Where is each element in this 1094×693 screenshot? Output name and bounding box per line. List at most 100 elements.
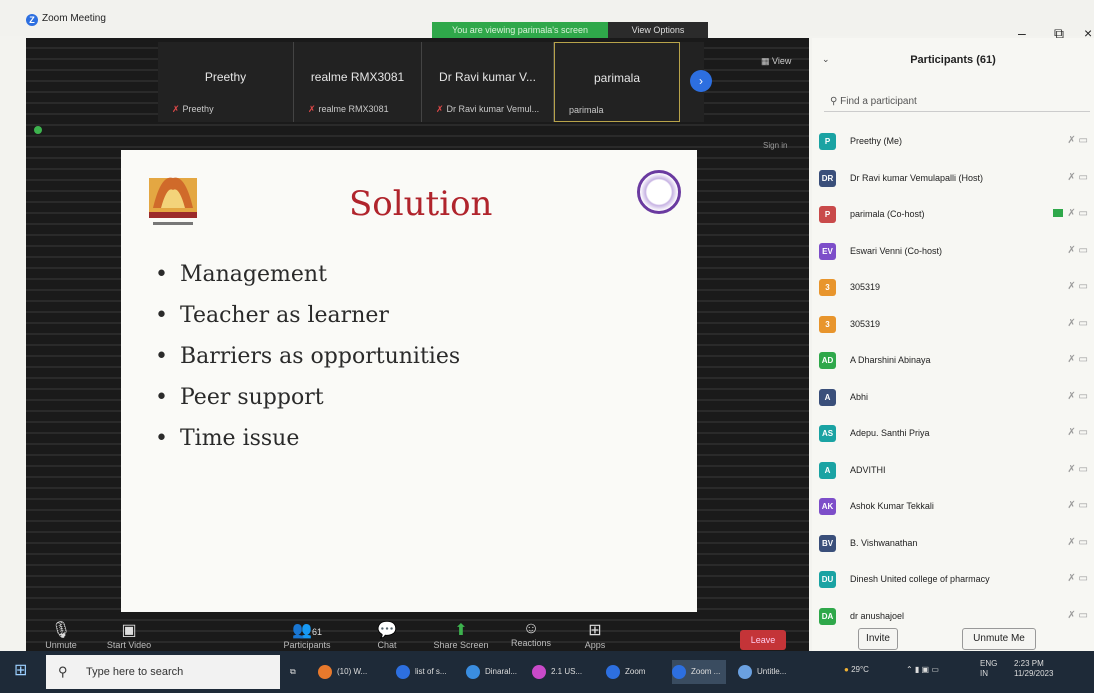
chat-button[interactable]: 💬 Chat xyxy=(352,620,422,650)
participant-row[interactable]: A Abhi ✗ ▭ xyxy=(812,380,1094,416)
taskbar-app[interactable]: Zoom xyxy=(606,660,645,684)
muted-mic-icon: ✗ xyxy=(1067,281,1076,292)
participant-row[interactable]: A ADVITHI ✗ ▭ xyxy=(812,453,1094,489)
tile-name: realme RMX3081 xyxy=(310,70,405,84)
sign-in-link[interactable]: Sign in xyxy=(763,141,787,150)
slide-bullet: Teacher as learner xyxy=(155,295,460,336)
security-shield-icon[interactable] xyxy=(34,126,42,134)
participant-row[interactable]: 3 305319 ✗ ▭ xyxy=(812,270,1094,306)
tile-label: ✗ Preethy xyxy=(172,104,214,114)
taskbar-search-input[interactable]: ⚲ Type here to search xyxy=(46,655,280,689)
taskbar-app[interactable]: Dinaral... xyxy=(466,660,517,684)
participant-status-icons: ✗ ▭ xyxy=(1067,135,1088,146)
participant-avatar: AK xyxy=(819,498,836,515)
muted-mic-icon: ✗ xyxy=(1067,354,1076,365)
muted-mic-icon: ✗ xyxy=(436,104,444,114)
video-off-icon: ▭ xyxy=(1078,536,1088,548)
input-language[interactable]: ENG IN xyxy=(980,659,1004,679)
view-options-button[interactable]: View Options xyxy=(608,22,708,38)
muted-mic-icon: ✗ xyxy=(1067,500,1076,511)
task-view-icon[interactable]: ⧉ xyxy=(290,660,296,684)
share-screen-icon: ⬆ xyxy=(454,622,468,639)
participant-avatar: 3 xyxy=(819,279,836,296)
app-icon xyxy=(318,664,332,679)
start-video-button[interactable]: ▣ Start Video xyxy=(94,620,164,650)
system-tray-icons[interactable]: ⌃ ▮ ▣ ▭ xyxy=(906,665,939,674)
slide-bullet: Management xyxy=(155,254,460,295)
muted-mic-icon: ✗ xyxy=(1067,536,1076,548)
participant-name: dr anushajoel xyxy=(850,610,905,621)
taskbar-app[interactable]: 2.1 US... xyxy=(532,660,582,684)
participant-status-icons: ✗ ▭ xyxy=(1067,172,1088,183)
participant-name: Eswari Venni (Co-host) xyxy=(850,245,943,256)
reactions-button[interactable]: ☺ Reactions xyxy=(496,620,566,648)
muted-mic-icon: 🎙 xyxy=(50,622,72,639)
view-button[interactable]: ▦ View xyxy=(761,56,791,67)
participant-row[interactable]: EV Eswari Venni (Co-host) ✗ ▭ xyxy=(812,234,1094,270)
participant-avatar: P xyxy=(819,206,836,223)
participant-row[interactable]: BV B. Vishwanathan ✗ ▭ xyxy=(812,526,1094,562)
muted-mic-icon: ✗ xyxy=(1067,609,1076,621)
participant-avatar: DA xyxy=(819,607,836,625)
video-off-icon: ▭ xyxy=(1078,171,1088,183)
participant-row[interactable]: AS Adepu. Santhi Priya ✗ ▭ xyxy=(812,416,1094,452)
muted-mic-icon: ✗ xyxy=(1067,171,1076,183)
taskbar-app[interactable]: (10) W... xyxy=(318,660,367,684)
next-page-arrow-icon[interactable]: › xyxy=(690,70,712,92)
participant-status-icons: ✗ ▭ xyxy=(1067,354,1088,365)
chat-icon: 💬 xyxy=(377,622,397,639)
muted-mic-icon: ✗ xyxy=(1067,463,1076,475)
participants-panel: ⌄ Participants (61) ⚲ Find a participant… xyxy=(812,38,1094,656)
participants-button[interactable]: 👥61 Participants xyxy=(272,620,342,650)
taskbar-app-label: Dinaral... xyxy=(485,667,518,676)
find-participant-input[interactable]: ⚲ Find a participant xyxy=(824,92,1090,112)
taskbar-app[interactable]: Zoom ... xyxy=(672,660,727,684)
university-seal-logo xyxy=(637,170,681,214)
taskbar-app-label: 2.1 US... xyxy=(551,667,583,676)
clock[interactable]: 2:23 PM 11/29/2023 xyxy=(1014,659,1053,679)
video-off-icon: ▭ xyxy=(1078,500,1088,511)
participant-status-icons: ✗ ▭ xyxy=(1067,500,1088,511)
muted-mic-icon: ✗ xyxy=(1067,208,1076,219)
taskbar-app[interactable]: list of s... xyxy=(396,660,447,684)
video-tile[interactable]: Preethy ✗ Preethy xyxy=(158,42,294,122)
taskbar-app-label: Zoom ... xyxy=(691,667,721,676)
participant-row[interactable]: DA dr anushajoel ✗ ▭ xyxy=(812,599,1094,635)
participant-row[interactable]: DU Dinesh United college of pharmacy ✗ ▭ xyxy=(812,562,1094,598)
participant-row[interactable]: AK Ashok Kumar Tekkali ✗ ▭ xyxy=(812,489,1094,525)
participant-row[interactable]: AD A Dharshini Abinaya ✗ ▭ xyxy=(812,343,1094,379)
video-tile[interactable]: Dr Ravi kumar V... ✗ Dr Ravi kumar Vemul.… xyxy=(422,42,554,122)
participant-row[interactable]: Pparimala (Co-host) ✗ ▭ xyxy=(812,197,1094,233)
participant-name: A Dharshini Abinaya xyxy=(850,355,931,365)
participant-status-icons: ✗ ▭ xyxy=(1067,427,1088,438)
leave-button[interactable]: Leave xyxy=(740,630,786,650)
tile-name: parimala xyxy=(593,71,641,85)
participant-name: 305319 xyxy=(850,318,881,329)
unmute-me-button[interactable]: Unmute Me xyxy=(962,628,1036,650)
share-screen-button[interactable]: ⬆ Share Screen xyxy=(426,620,496,650)
participant-row[interactable]: DR Dr Ravi kumar Vemulapalli (Host) ✗ ▭ xyxy=(812,161,1094,197)
taskbar-app[interactable]: Untitle... xyxy=(738,660,786,684)
video-tile-active[interactable]: parimala parimala xyxy=(554,42,680,122)
participant-avatar: DU xyxy=(819,571,836,588)
slide-bullet-list: Management Teacher as learner Barriers a… xyxy=(155,254,460,459)
tile-label: ✗ Dr Ravi kumar Vemul... xyxy=(436,104,540,114)
invite-button[interactable]: Invite xyxy=(858,628,898,650)
windows-start-icon[interactable]: ⊞ xyxy=(14,662,32,680)
video-tile[interactable]: realme RMX3081 ✗ realme RMX3081 xyxy=(294,42,422,122)
participant-status-icons: ✗ ▭ xyxy=(1067,573,1088,584)
taskbar-app-label: Untitle... xyxy=(757,667,787,676)
unmute-button[interactable]: 🎙 Unmute xyxy=(26,620,96,650)
app-icon xyxy=(466,664,480,679)
app-icon xyxy=(738,664,752,679)
participant-status-icons: ✗ ▭ xyxy=(1067,245,1088,256)
participant-row[interactable]: 3 305319 ✗ ▭ xyxy=(812,307,1094,343)
video-off-icon: ▭ xyxy=(1078,463,1088,475)
video-off-icon: ▭ xyxy=(1078,281,1088,292)
participant-row[interactable]: P Preethy (Me) ✗ ▭ xyxy=(812,124,1094,160)
apps-button[interactable]: ⊞ Apps xyxy=(560,620,630,650)
participant-name: Ashok Kumar Tekkali xyxy=(850,501,934,511)
participant-name: Dinesh United college of pharmacy xyxy=(850,574,990,584)
slide-bullet: Peer support xyxy=(155,377,460,418)
search-icon: ⚲ xyxy=(830,96,841,107)
